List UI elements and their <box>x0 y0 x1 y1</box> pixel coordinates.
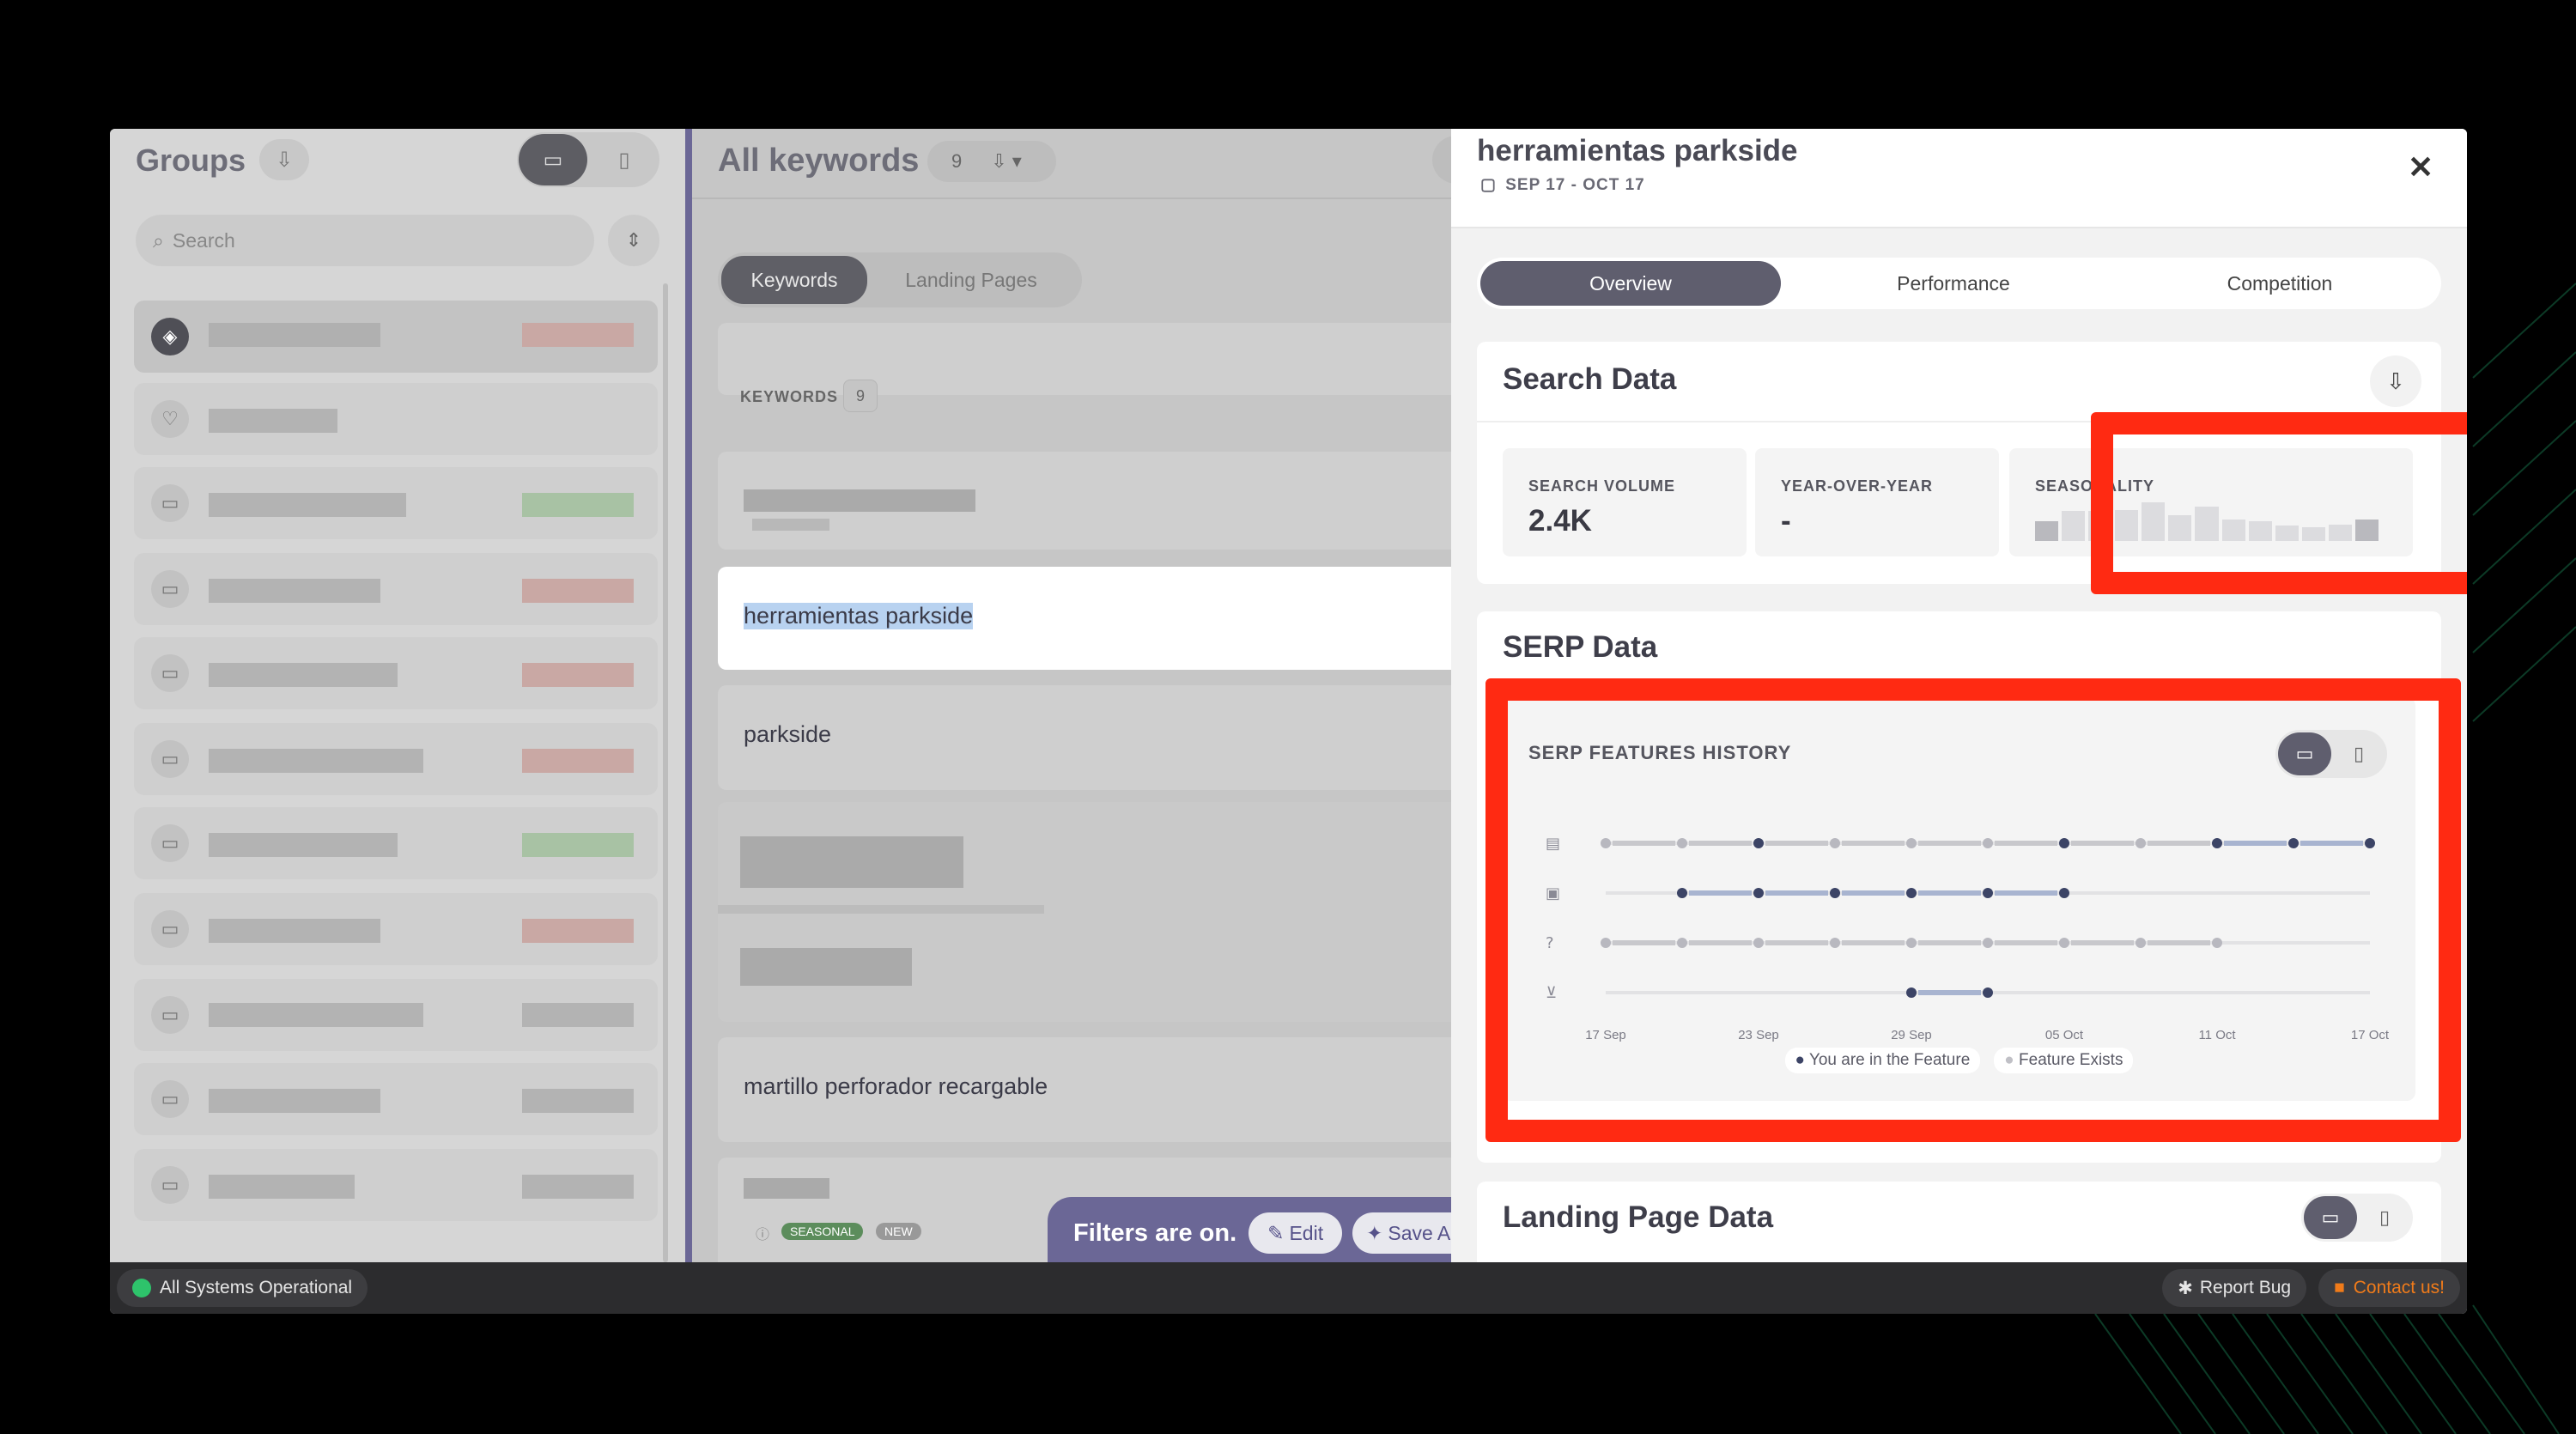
keyword-row-selected[interactable]: herramientas parkside <box>718 567 1568 670</box>
mobile-toggle-button[interactable]: ▯ <box>2360 1196 2409 1239</box>
keywords-count: 9 <box>843 380 878 412</box>
tab-competition[interactable]: Competition <box>2129 261 2430 306</box>
search-data-title: Search Data <box>1503 362 1677 396</box>
view-tabs: Keywords Landing Pages <box>718 252 1082 307</box>
folder-icon: ▭ <box>151 740 189 778</box>
layers-icon: ◈ <box>151 318 189 355</box>
contact-us-button[interactable]: ■ Contact us! <box>2318 1269 2460 1307</box>
sort-icon[interactable]: ⇕ <box>608 215 659 266</box>
pane-divider[interactable] <box>685 129 692 1262</box>
search-volume-stat: SEARCH VOLUME 2.4K <box>1503 448 1747 556</box>
chat-icon: ■ <box>2334 1278 2345 1297</box>
landing-page-title: Landing Page Data <box>1503 1200 1774 1234</box>
download-icon[interactable]: ⇩ <box>2370 355 2421 407</box>
sidebar-scrollbar[interactable] <box>663 283 668 1262</box>
tab-keywords[interactable]: Keywords <box>721 256 867 304</box>
tab-performance[interactable]: Performance <box>1803 261 2104 306</box>
search-volume-label: SEARCH VOLUME <box>1528 477 1676 495</box>
calendar-icon: ▢ <box>1480 176 1497 194</box>
tab-landing-pages[interactable]: Landing Pages <box>872 256 1070 304</box>
keywords-header-card <box>718 323 1491 395</box>
pencil-icon: ✎ <box>1267 1221 1285 1244</box>
groups-sidebar: Groups ⇩ ▭ ▯ ⌕ Search ⇕ ◈ ♡ ▭ ▭ ▭ ▭ ▭ ▭ … <box>110 129 685 1262</box>
system-status[interactable]: All Systems Operational <box>117 1269 368 1307</box>
status-footer: All Systems Operational ✱ Report Bug ■ C… <box>110 1262 2467 1314</box>
folder-icon: ▭ <box>151 824 189 862</box>
seasonality-highlight <box>2091 412 2467 594</box>
report-bug-button[interactable]: ✱ Report Bug <box>2162 1269 2307 1307</box>
close-icon[interactable]: ✕ <box>2408 149 2433 185</box>
seasonal-badge: SEASONAL <box>781 1223 864 1240</box>
keyword-row-blurred[interactable] <box>718 802 1491 1022</box>
yoy-stat: YEAR-OVER-YEAR - <box>1755 448 1999 556</box>
mobile-toggle-button[interactable]: ▯ <box>591 134 658 185</box>
device-toggle: ▭ ▯ <box>517 132 659 187</box>
panel-title: herramientas parkside <box>1477 134 1798 167</box>
folder-icon: ▭ <box>151 484 189 522</box>
header-rule <box>692 197 1561 199</box>
folder-icon: ▭ <box>151 570 189 608</box>
info-icon: ⓘ <box>756 1228 770 1243</box>
yoy-value: - <box>1781 504 1791 538</box>
keywords-count-badge: 9 ⇩ ▾ <box>927 141 1056 182</box>
desktop-toggle-button[interactable]: ▭ <box>2304 1196 2357 1239</box>
folder-icon: ▭ <box>151 910 189 948</box>
export-icon[interactable]: ⇩ ▾ <box>991 150 1022 173</box>
filters-edit-button[interactable]: ✎ Edit <box>1249 1212 1343 1254</box>
groups-search-input[interactable]: ⌕ Search <box>136 215 594 266</box>
app-window: Groups ⇩ ▭ ▯ ⌕ Search ⇕ ◈ ♡ ▭ ▭ ▭ ▭ ▭ ▭ … <box>110 129 2467 1314</box>
filters-status: Filters are on. <box>1073 1218 1237 1247</box>
new-badge: NEW <box>876 1223 921 1240</box>
date-range: ▢ SEP 17 - OCT 17 <box>1480 176 1645 194</box>
keyword-text: parkside <box>744 721 832 747</box>
keyword-text: herramientas parkside <box>744 603 974 629</box>
keyword-row[interactable]: martillo perforador recargable <box>718 1037 1491 1142</box>
keyword-row-blurred[interactable] <box>718 452 1491 550</box>
keywords-column-header[interactable]: KEYWORDS ⇕ <box>740 388 859 406</box>
yoy-label: YEAR-OVER-YEAR <box>1781 477 1934 495</box>
sparkle-icon: ✦ <box>1366 1221 1383 1244</box>
tab-overview[interactable]: Overview <box>1480 261 1781 306</box>
keyword-detail-panel: herramientas parkside ▢ SEP 17 - OCT 17 … <box>1451 129 2467 1262</box>
keyword-text: martillo perforador recargable <box>744 1073 1048 1099</box>
keywords-pane: All keywords 9 ⇩ ▾ ◍ ES ▾ Keywords Landi… <box>692 129 1580 1278</box>
bug-icon: ✱ <box>2178 1278 2193 1298</box>
folder-icon: ▭ <box>151 1080 189 1118</box>
folder-icon: ▭ <box>151 996 189 1034</box>
seasonality-bar <box>2062 511 2086 541</box>
keyword-row[interactable]: parkside <box>718 685 1491 790</box>
screen: Groups ⇩ ▭ ▯ ⌕ Search ⇕ ◈ ♡ ▭ ▭ ▭ ▭ ▭ ▭ … <box>0 0 2576 1434</box>
search-icon: ⌕ <box>153 228 164 252</box>
serp-data-title: SERP Data <box>1503 630 1658 664</box>
keywords-title: All keywords <box>718 143 920 179</box>
serp-history-highlight <box>1485 678 2461 1142</box>
search-placeholder: Search <box>172 228 235 252</box>
landing-device-toggle: ▭ ▯ <box>2301 1194 2413 1242</box>
landing-page-card: Landing Page Data ▭ ▯ <box>1477 1182 2441 1262</box>
status-dot-icon <box>132 1279 151 1297</box>
heart-icon: ♡ <box>151 400 189 438</box>
export-groups-icon[interactable]: ⇩ <box>259 139 309 180</box>
desktop-toggle-button[interactable]: ▭ <box>519 134 587 185</box>
seasonality-bar <box>2035 521 2059 541</box>
folder-icon: ▭ <box>151 654 189 692</box>
panel-tabs: Overview Performance Competition <box>1477 258 2441 309</box>
folder-icon: ▭ <box>151 1166 189 1204</box>
search-volume-value: 2.4K <box>1528 504 1592 538</box>
groups-title: Groups <box>136 143 246 178</box>
